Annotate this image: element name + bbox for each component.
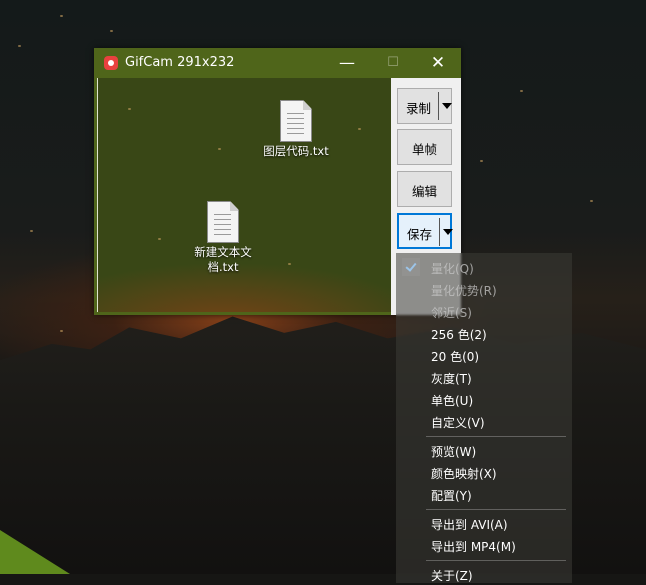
- capture-area: 图层代码.txt 新建文本文档.txt: [97, 78, 391, 312]
- menu-item-export-avi[interactable]: 导出到 AVI(A): [396, 512, 572, 534]
- menu-separator: [426, 436, 566, 437]
- edit-label: 编辑: [411, 184, 437, 199]
- star: [110, 30, 113, 32]
- menu-item-quantize-advantage[interactable]: 量化优势(R): [396, 278, 572, 300]
- window-bottom-border: [94, 312, 391, 315]
- file-label: 新建文本文档.txt: [194, 245, 252, 274]
- menu-item-about[interactable]: 关于(Z): [396, 563, 572, 585]
- menu-item-config[interactable]: 配置(Y): [396, 483, 572, 505]
- camera-icon: [104, 56, 118, 70]
- record-button[interactable]: 录制: [397, 88, 452, 124]
- menu-item-monochrome[interactable]: 单色(U): [396, 388, 572, 410]
- checkmark-icon: [402, 258, 420, 276]
- star: [480, 160, 483, 162]
- save-label: 保存: [406, 227, 432, 242]
- close-button[interactable]: ✕: [415, 48, 461, 78]
- star: [18, 45, 21, 47]
- save-button[interactable]: 保存: [397, 213, 453, 249]
- capture-background: [98, 78, 391, 312]
- single-frame-button[interactable]: 单帧: [397, 129, 452, 165]
- menu-separator: [426, 560, 566, 561]
- desktop-file-icon[interactable]: 新建文本文档.txt: [178, 201, 268, 275]
- star: [158, 238, 161, 240]
- titlebar[interactable]: GifCam 291x232 — ☐ ✕: [94, 48, 461, 78]
- star: [60, 330, 63, 332]
- star: [30, 230, 33, 232]
- star: [288, 263, 291, 265]
- save-dropdown-menu: 量化(Q) 量化优势(R) 邻近(S) 256 色(2) 20 色(0) 灰度(…: [396, 253, 572, 583]
- desktop-file-icon[interactable]: 图层代码.txt: [251, 100, 341, 159]
- split-divider: [438, 92, 439, 120]
- menu-item-preview[interactable]: 预览(W): [396, 439, 572, 461]
- edit-button[interactable]: 编辑: [397, 171, 452, 207]
- file-label: 图层代码.txt: [263, 144, 329, 158]
- text-file-icon: [207, 201, 239, 243]
- menu-item-grayscale[interactable]: 灰度(T): [396, 366, 572, 388]
- star: [358, 128, 361, 130]
- menu-item-nearest[interactable]: 邻近(S): [396, 300, 572, 322]
- maximize-button[interactable]: ☐: [370, 48, 416, 78]
- frame-label: 单帧: [411, 142, 437, 157]
- menu-item-quantize[interactable]: 量化(Q): [396, 256, 572, 278]
- star: [520, 90, 523, 92]
- minimize-button[interactable]: —: [324, 48, 370, 78]
- star: [60, 15, 63, 17]
- record-label: 录制: [405, 101, 431, 116]
- menu-item-export-mp4[interactable]: 导出到 MP4(M): [396, 534, 572, 556]
- star: [590, 200, 593, 202]
- text-file-icon: [280, 100, 312, 142]
- menu-item-color-map[interactable]: 颜色映射(X): [396, 461, 572, 483]
- split-divider: [439, 218, 440, 246]
- menu-item-20-colors[interactable]: 20 色(0): [396, 344, 572, 366]
- star: [218, 148, 221, 150]
- star: [128, 108, 131, 110]
- menu-item-256-colors[interactable]: 256 色(2): [396, 322, 572, 344]
- menu-item-custom[interactable]: 自定义(V): [396, 410, 572, 432]
- dropdown-arrow-icon[interactable]: [443, 229, 453, 235]
- window-title: GifCam 291x232: [125, 55, 235, 70]
- menu-separator: [426, 509, 566, 510]
- dropdown-arrow-icon[interactable]: [442, 103, 452, 109]
